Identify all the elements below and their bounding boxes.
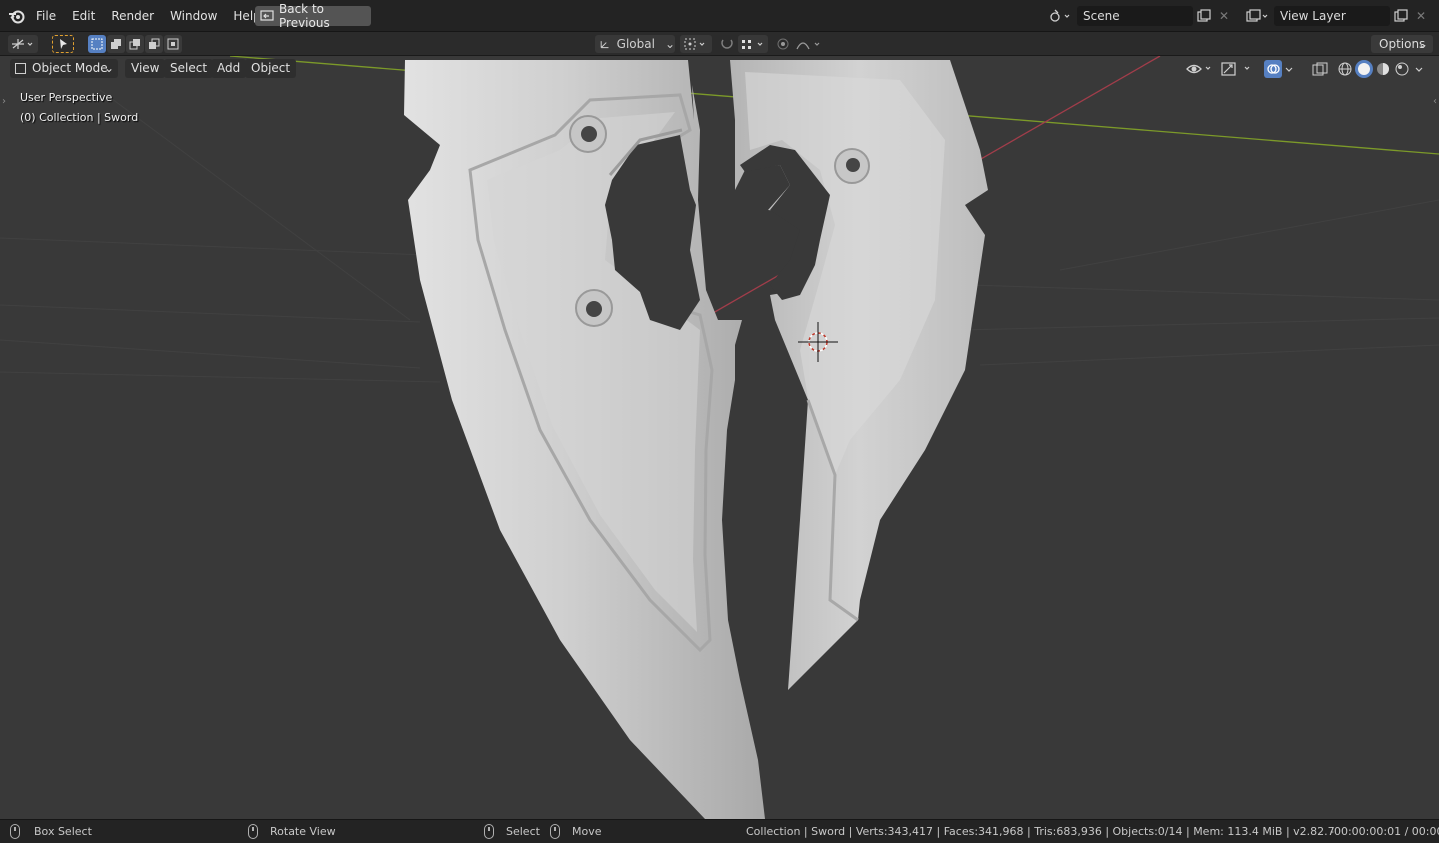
cursor-arrow-icon — [60, 39, 67, 49]
select-invert-icon — [149, 38, 160, 49]
main-menu: File Edit Render Window Help — [28, 0, 269, 32]
pivot-point-icon — [684, 38, 705, 50]
viewport-scene[interactable] — [0, 56, 1439, 819]
mouse-middle-icon — [248, 824, 258, 839]
viewport-menu-object[interactable]: Object — [245, 59, 297, 78]
select-new-icon — [91, 38, 103, 50]
blender-logo-icon[interactable] — [8, 7, 26, 25]
snap-target-dropdown[interactable] — [738, 35, 768, 53]
chevron-down-icon: ⌄ — [1417, 37, 1428, 51]
snap-increment-icon — [742, 40, 763, 49]
menu-render[interactable]: Render — [103, 5, 162, 27]
solid-shading-icon[interactable] — [1355, 60, 1373, 78]
chevron-down-icon — [1285, 67, 1293, 72]
transform-orientation-label: Global — [616, 37, 655, 51]
material-preview-shading-icon[interactable] — [1374, 60, 1392, 78]
object-mode-icon — [15, 63, 26, 74]
viewport-header: Object Mode ⌄ View Select Add Object — [0, 56, 1439, 80]
mouse-left-icon — [10, 824, 20, 839]
menu-window[interactable]: Window — [162, 5, 225, 27]
scene-browse-button[interactable] — [1046, 7, 1074, 25]
scene-name-field[interactable]: Scene — [1077, 6, 1193, 26]
toolbar-expand-icon[interactable]: › — [2, 96, 6, 107]
proportional-editing-icon[interactable] — [774, 35, 792, 53]
viewport-menu-view[interactable]: View — [125, 59, 166, 78]
delete-view-layer-icon[interactable]: ✕ — [1412, 7, 1430, 25]
mouse-drag-icon — [550, 824, 560, 839]
viewport-menu-select[interactable]: Select — [164, 59, 214, 78]
viewport-menu-add[interactable]: Add — [211, 59, 247, 78]
proportional-falloff-dropdown[interactable] — [794, 35, 824, 53]
status-bar: Box Select Rotate View Select Move Colle… — [0, 819, 1439, 843]
delete-scene-icon[interactable]: ✕ — [1215, 7, 1233, 25]
eye-icon — [1186, 64, 1211, 74]
3d-viewport[interactable]: Object Mode ⌄ View Select Add Object Use… — [0, 56, 1439, 819]
select-mode-extend-button[interactable] — [107, 35, 125, 53]
overlays-dropdown[interactable] — [1264, 59, 1296, 79]
select-mode-invert-button[interactable] — [145, 35, 163, 53]
sidebar-expand-icon[interactable]: ‹ — [1433, 96, 1437, 107]
overlays-icon — [1264, 60, 1282, 78]
snap-toggle-icon[interactable] — [717, 35, 737, 53]
tool-header: Global ⌄ Options ⌄ — [0, 32, 1439, 56]
gizmo-dropdown[interactable] — [1220, 59, 1254, 79]
editor-type-button[interactable] — [8, 35, 38, 53]
chevron-down-icon: ⌄ — [664, 37, 675, 51]
select-extend-icon — [111, 39, 121, 49]
timecode: -00:00:00:01 / 00:00 — [1330, 825, 1439, 838]
object-mode-dropdown[interactable]: Object Mode ⌄ — [10, 59, 118, 78]
rendered-shading-icon[interactable] — [1393, 60, 1411, 78]
scene-statistics: Collection | Sword | Verts:343,417 | Fac… — [746, 825, 1335, 838]
view-layer-icon — [1246, 9, 1268, 22]
falloff-curve-icon — [796, 42, 820, 50]
chevron-down-icon[interactable] — [1412, 62, 1426, 76]
pivot-point-dropdown[interactable] — [680, 35, 712, 53]
orientation-axis-icon — [600, 41, 609, 49]
view-layer-name-field[interactable]: View Layer — [1274, 6, 1390, 26]
back-to-previous-button[interactable]: Back to Previous — [255, 2, 371, 30]
options-dropdown[interactable]: Options ⌄ — [1371, 35, 1433, 53]
perspective-label: User Perspective — [20, 91, 113, 104]
object-mode-label: Object Mode — [32, 61, 108, 75]
xray-icon — [1312, 62, 1328, 76]
top-menubar: File Edit Render Window Help Back to Pre… — [0, 0, 1439, 32]
select-mode-intersect-button[interactable] — [164, 35, 182, 53]
status-move-action: Move — [572, 825, 602, 838]
mouse-right-icon — [484, 824, 494, 839]
menu-file[interactable]: File — [28, 5, 64, 27]
collection-label: (0) Collection | Sword — [20, 111, 139, 124]
scene-icon — [1050, 9, 1070, 22]
xray-toggle[interactable] — [1311, 59, 1329, 79]
new-view-layer-icon[interactable] — [1392, 7, 1410, 25]
wireframe-shading-icon[interactable] — [1336, 60, 1354, 78]
back-to-previous-label: Back to Previous — [279, 2, 330, 30]
menu-edit[interactable]: Edit — [64, 5, 103, 27]
new-scene-icon[interactable] — [1195, 7, 1213, 25]
back-screen-icon — [260, 10, 274, 21]
sword-mesh-left[interactable] — [404, 60, 765, 819]
sword-mesh-right[interactable] — [730, 60, 988, 690]
chevron-down-icon: ⌄ — [103, 61, 114, 75]
visibility-dropdown[interactable] — [1185, 59, 1215, 79]
status-middle-action: Rotate View — [270, 825, 336, 838]
gizmo-icon — [1221, 62, 1250, 76]
select-mode-subtract-button[interactable] — [126, 35, 144, 53]
view-layer-browse-button[interactable] — [1242, 7, 1272, 25]
editor-type-icon — [12, 39, 33, 49]
select-mode-new-button[interactable] — [88, 35, 106, 53]
select-subtract-icon — [129, 39, 140, 50]
status-right-action: Select — [506, 825, 540, 838]
select-tool-button[interactable] — [52, 35, 74, 53]
transform-orientation-dropdown[interactable]: Global ⌄ — [595, 35, 675, 53]
select-intersect-icon — [167, 38, 179, 50]
status-left-action: Box Select — [34, 825, 92, 838]
shading-modes — [1336, 59, 1426, 79]
